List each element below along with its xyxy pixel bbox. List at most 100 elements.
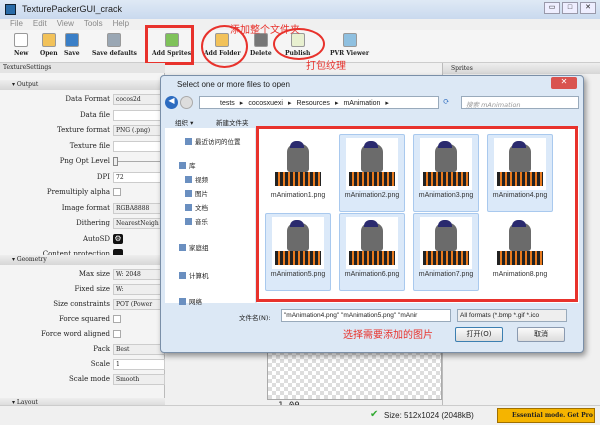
output-section-header[interactable]: ▾ Output xyxy=(0,80,165,90)
setting-label: Force squared xyxy=(58,315,110,323)
setting-label: Fixed size xyxy=(74,285,110,293)
setting-data-format: Data Format cocos2d xyxy=(0,94,165,106)
setting-texture-format: Texture format PNG (.png) xyxy=(0,125,165,137)
menu-file[interactable]: File xyxy=(10,19,23,30)
save-button[interactable]: Save xyxy=(64,33,80,57)
save-defaults-icon xyxy=(107,33,122,47)
open-button[interactable]: Open xyxy=(40,33,58,57)
search-input[interactable]: 搜索 mAnimation xyxy=(461,96,579,109)
checkbox[interactable] xyxy=(113,188,121,196)
folder-icon xyxy=(185,203,192,211)
toolbar-label: PVR Viewer xyxy=(330,50,370,57)
nav-item[interactable]: 视频 xyxy=(185,174,208,184)
menu-view[interactable]: View xyxy=(57,19,74,30)
setting-label: Scale xyxy=(90,360,110,368)
breadcrumb-item[interactable]: Resources xyxy=(296,100,329,107)
menu-tools[interactable]: Tools xyxy=(84,19,103,30)
setting-texture-file: Texture file xyxy=(0,140,165,153)
setting-label: Pack xyxy=(93,345,110,353)
select[interactable]: Best xyxy=(113,344,165,355)
folder-icon xyxy=(179,161,186,169)
breadcrumb-separator: ▸ xyxy=(385,100,389,107)
toolbar-label: Open xyxy=(40,50,58,57)
text-field[interactable] xyxy=(113,109,165,121)
folder-icon xyxy=(185,137,192,145)
breadcrumb-item[interactable]: cocosxuexi xyxy=(248,100,283,107)
checkbox[interactable] xyxy=(113,330,121,338)
gear-icon[interactable]: ⚙ xyxy=(113,233,123,244)
setting-size-constraints: Size constraints POT (Power xyxy=(0,299,165,311)
toolbar-label: New xyxy=(14,50,29,57)
menu-help[interactable]: Help xyxy=(113,19,129,30)
slider[interactable] xyxy=(113,161,165,162)
delete-button[interactable]: Delete xyxy=(250,33,272,57)
select[interactable]: W: 2048 xyxy=(113,269,165,280)
nav-item[interactable]: 网络 xyxy=(179,296,202,306)
nav-label: 库 xyxy=(189,162,196,170)
cancel-button[interactable]: 取消 xyxy=(517,327,565,342)
nav-item[interactable]: 计算机 xyxy=(179,270,209,280)
setting-force-squared: Force squared xyxy=(0,314,165,326)
nav-item[interactable]: 文档 xyxy=(185,202,208,212)
nav-label: 最近访问的位置 xyxy=(195,138,241,146)
new-folder-button[interactable]: 新建文件夹 xyxy=(216,117,249,127)
geometry-section-header[interactable]: ▾ Geometry xyxy=(0,255,165,265)
slider-handle[interactable] xyxy=(113,157,118,166)
nav-label: 计算机 xyxy=(189,272,209,280)
folder-icon xyxy=(185,175,192,183)
select[interactable]: RGBA8888 xyxy=(113,202,165,214)
nav-label: 文档 xyxy=(195,204,208,212)
breadcrumb-item[interactable]: tests xyxy=(220,100,235,107)
status-bar: ✔ Size: 512x1024 (2048kB) Essential mode… xyxy=(0,405,600,425)
open-button[interactable]: 打开(O) xyxy=(455,327,503,342)
back-button[interactable]: ◀ xyxy=(165,96,178,109)
title-bar: TexturePackerGUI_crack ▭ □ ✕ xyxy=(0,0,600,19)
nav-item[interactable]: 音乐 xyxy=(185,216,208,226)
close-button[interactable]: ✕ xyxy=(580,2,596,14)
file-type-select[interactable]: All formats (*.bmp *.gif *.ico xyxy=(457,309,567,322)
nav-item[interactable]: 图片 xyxy=(185,188,208,198)
annotation-box-files xyxy=(256,126,578,302)
text-field[interactable]: 72 xyxy=(113,171,165,183)
essential-mode-button[interactable]: Essential mode. Get Pro xyxy=(497,408,595,423)
pvr-viewer-icon xyxy=(342,33,357,47)
select[interactable]: cocos2d xyxy=(113,94,165,105)
maximize-button[interactable]: □ xyxy=(562,2,578,14)
sprites-title: Sprites xyxy=(443,63,600,74)
menu-edit[interactable]: Edit xyxy=(33,19,47,30)
nav-label: 网络 xyxy=(189,298,202,306)
setting-premultiply-alpha: Premultiply alpha xyxy=(0,187,165,199)
setting-dithering: Dithering NearestNeigh xyxy=(0,218,165,230)
filename-input[interactable]: "mAnimation4.png" "mAnimation5.png" "mAn… xyxy=(281,309,451,322)
setting-label: Scale mode xyxy=(69,375,110,383)
checkbox[interactable] xyxy=(113,315,121,323)
breadcrumb-separator: ▸ xyxy=(239,100,244,107)
save-defaults-button[interactable]: Save defaults xyxy=(92,33,137,57)
nav-item[interactable]: 最近访问的位置 xyxy=(185,136,241,146)
text-field[interactable]: 1 xyxy=(113,359,165,370)
select[interactable]: PNG (.png) xyxy=(113,125,165,136)
pvr-viewer-button[interactable]: PVR Viewer xyxy=(330,33,369,57)
new-button[interactable]: New xyxy=(14,33,28,57)
nav-item[interactable]: 家庭组 xyxy=(179,242,209,252)
dialog-close-button[interactable]: ✕ xyxy=(551,77,577,89)
address-bar[interactable]: tests ▸ cocosxuexi ▸ Resources ▸ mAnimation ▸ xyxy=(199,96,439,109)
setting-label: Max size xyxy=(78,270,110,278)
text-field[interactable] xyxy=(113,140,165,152)
select[interactable]: Smooth xyxy=(113,374,165,385)
select[interactable]: POT (Power xyxy=(113,299,165,310)
texture-preview xyxy=(267,350,442,400)
refresh-icon[interactable]: ⟳ xyxy=(443,97,450,106)
nav-item[interactable]: 库 xyxy=(179,160,196,170)
forward-button[interactable] xyxy=(180,96,193,109)
setting-label: Force word aligned xyxy=(41,330,110,338)
select[interactable]: NearestNeigh xyxy=(113,218,165,229)
minimize-button[interactable]: ▭ xyxy=(544,2,560,14)
setting-image-format: Image format RGBA8888 xyxy=(0,202,165,215)
panel-title: TextureSettings xyxy=(0,63,165,73)
save-icon xyxy=(64,33,79,47)
filename-label: 文件名(N): xyxy=(239,314,271,322)
organize-button[interactable]: 组织 ▾ xyxy=(175,117,193,127)
select[interactable]: W: xyxy=(113,284,165,295)
breadcrumb-item[interactable]: mAnimation xyxy=(343,100,380,107)
